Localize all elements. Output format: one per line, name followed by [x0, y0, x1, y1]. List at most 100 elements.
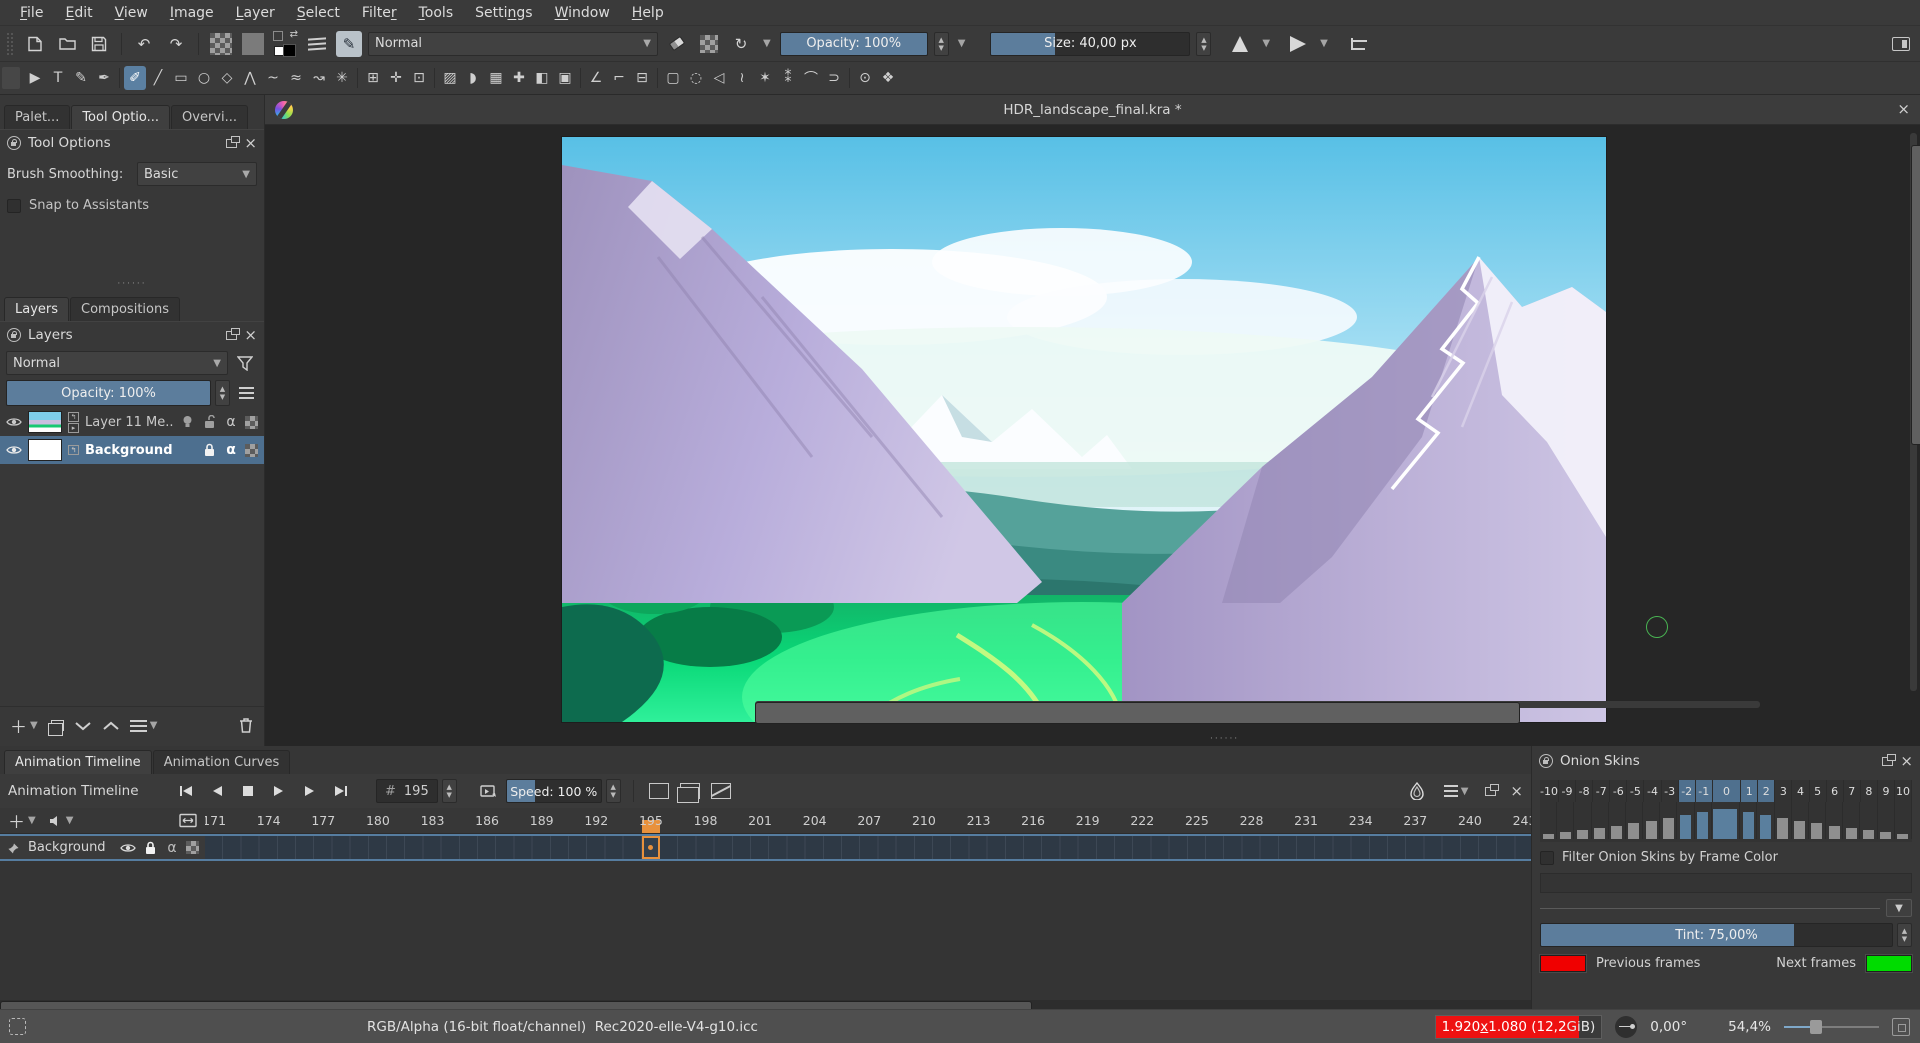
tab-tool-options[interactable]: Tool Optio... — [71, 105, 170, 129]
zoom-slider-handle[interactable] — [1810, 1020, 1822, 1034]
onion-bar--4[interactable] — [1646, 821, 1657, 839]
onion-bar-cell--6[interactable] — [1609, 802, 1626, 839]
float-docker-icon[interactable] — [226, 331, 237, 340]
dynamic-brush-tool[interactable]: ↝ — [308, 66, 330, 90]
onion-bar-cell-3[interactable] — [1775, 802, 1792, 839]
mirror-vertical-axis-button[interactable] — [1227, 31, 1253, 57]
play-button[interactable] — [265, 779, 292, 803]
chevron-down-icon[interactable]: ▼ — [1259, 38, 1273, 49]
onion-bar--3[interactable] — [1663, 818, 1674, 839]
trim-to-image-button[interactable] — [1345, 31, 1371, 57]
onion-bar-cell-8[interactable] — [1860, 802, 1877, 839]
onion-bar-5[interactable] — [1811, 823, 1822, 839]
add-layer-button[interactable]: ＋▼ — [10, 713, 41, 738]
save-button[interactable] — [86, 31, 112, 57]
onion-bar--1[interactable] — [1697, 812, 1708, 839]
measure-tool[interactable]: ⌐ — [608, 66, 630, 90]
playback-speed-slider[interactable]: Speed: 100 % — [506, 779, 602, 803]
previous-frames-color-swatch[interactable] — [1540, 955, 1586, 972]
smart-patch-tool[interactable]: ✚ — [508, 66, 530, 90]
preserve-alpha-button[interactable] — [696, 31, 722, 57]
onion-frame-3[interactable]: 3 — [1775, 780, 1792, 802]
canvas-horizontal-scrollbar[interactable] — [755, 701, 1760, 708]
assistants-tool[interactable]: ∠ — [585, 66, 607, 90]
layer-blending-mode-select[interactable]: Normal ▼ — [6, 351, 228, 375]
polyline-tool[interactable]: ⋀ — [239, 66, 261, 90]
add-track-button[interactable]: ＋▼ — [8, 808, 39, 833]
onion-frame-9[interactable]: 9 — [1878, 780, 1895, 802]
selection-mode-icon[interactable] — [9, 1018, 26, 1035]
rectangular-selection-tool[interactable]: ▢ — [662, 66, 684, 90]
onion-bar-cell-1[interactable] — [1740, 802, 1757, 839]
size-slider[interactable]: Size: 40,00 px — [990, 32, 1190, 56]
menu-edit[interactable]: Edit — [55, 2, 102, 24]
onion-bar--6[interactable] — [1611, 826, 1622, 839]
alpha-channel-icon[interactable]: α — [223, 442, 239, 458]
frame-spinner[interactable]: ▲▼ — [442, 779, 457, 803]
delete-keyframe-button[interactable] — [708, 779, 735, 803]
text-tool[interactable]: T — [47, 66, 69, 90]
enclose-and-fill-tool[interactable]: ▣ — [554, 66, 576, 90]
onion-bar-cell--2[interactable] — [1677, 802, 1694, 839]
canvas-only-mode-icon[interactable] — [1892, 1018, 1910, 1036]
zoom-tool[interactable]: ⊙ — [854, 66, 876, 90]
layer-opacity-spinner[interactable]: ▲▼ — [215, 380, 230, 406]
polygon-tool[interactable]: ◇ — [216, 66, 238, 90]
onion-bar-cell-2[interactable] — [1757, 802, 1774, 839]
tab-palette[interactable]: Palet... — [4, 105, 70, 129]
contiguous-selection-tool[interactable]: ✶ — [754, 66, 776, 90]
rectangle-tool[interactable]: ▭ — [170, 66, 192, 90]
layer-row-background[interactable]: ↰ Background α — [0, 436, 264, 464]
layer-name[interactable]: Layer 11 Me... — [85, 415, 173, 430]
blending-mode-select[interactable]: Normal ▼ — [368, 32, 658, 56]
document-size-field[interactable]: 1.920 x 1.080 (12,2 GiB) — [1435, 1015, 1603, 1039]
onion-bar-7[interactable] — [1846, 828, 1857, 839]
onion-bar-cell--7[interactable] — [1592, 802, 1609, 839]
layer-properties-button[interactable]: ▼ — [130, 720, 161, 731]
move-tool[interactable]: ✛ — [385, 66, 407, 90]
onion-bar-1[interactable] — [1743, 812, 1754, 839]
float-docker-icon[interactable] — [226, 139, 237, 148]
onion-frame--8[interactable]: -8 — [1576, 780, 1593, 802]
onion-bar-cell--5[interactable] — [1626, 802, 1643, 839]
duplicate-layer-button[interactable] — [51, 720, 64, 731]
onion-frame-1[interactable]: 1 — [1741, 780, 1758, 802]
menu-settings[interactable]: Settings — [465, 2, 542, 24]
onion-bar-cell--8[interactable] — [1574, 802, 1591, 839]
timeline-menu-button[interactable]: ▼ — [1444, 779, 1471, 803]
onion-bar-cell-0[interactable] — [1712, 802, 1741, 839]
alpha-channel-icon[interactable]: α — [164, 840, 180, 856]
layer-thumbnail[interactable] — [28, 439, 62, 461]
inherit-alpha-checker-icon[interactable] — [245, 416, 258, 429]
snap-to-assistants-checkbox[interactable] — [7, 199, 21, 213]
close-docker-icon[interactable]: × — [244, 328, 257, 343]
undo-button[interactable]: ↶ — [131, 31, 157, 57]
redo-button[interactable]: ↷ — [163, 31, 189, 57]
onion-bar-cell-9[interactable] — [1878, 802, 1895, 839]
opacity-slider[interactable]: Opacity: 100% — [780, 32, 928, 56]
scrollbar-thumb[interactable] — [1911, 145, 1920, 445]
layer-opacity-slider[interactable]: Opacity: 100% — [6, 380, 211, 406]
layer-visible-eye-icon[interactable] — [120, 842, 136, 854]
onion-bar-3[interactable] — [1777, 818, 1788, 839]
filter-onion-skins-checkbox[interactable] — [1540, 851, 1554, 865]
bezier-selection-tool[interactable]: ⌒ — [800, 66, 822, 90]
toolbar-drag-handle[interactable] — [6, 32, 14, 56]
timeline-empty-area[interactable] — [0, 861, 1531, 1000]
bezier-curve-tool[interactable]: ~ — [262, 66, 284, 90]
onion-frame-2[interactable]: 2 — [1758, 780, 1775, 802]
tab-overview[interactable]: Overvi... — [171, 105, 248, 129]
layer-visible-eye-icon[interactable] — [6, 416, 22, 428]
tint-slider[interactable]: Tint: 75,00% — [1540, 923, 1893, 947]
reference-images-tool[interactable]: ⊟ — [631, 66, 653, 90]
dock-splitter-handle[interactable]: ······ — [0, 279, 264, 289]
menu-file[interactable]: File — [10, 2, 53, 24]
onion-frame-7[interactable]: 7 — [1844, 780, 1861, 802]
layer-visible-eye-icon[interactable] — [6, 444, 22, 456]
docker-lock-icon[interactable] — [1539, 754, 1553, 768]
gradient-tool[interactable]: ▨ — [439, 66, 461, 90]
onion-frame--9[interactable]: -9 — [1559, 780, 1576, 802]
onion-frame-4[interactable]: 4 — [1792, 780, 1809, 802]
menu-tools[interactable]: Tools — [409, 2, 464, 24]
move-layer-down-button[interactable] — [74, 721, 92, 731]
